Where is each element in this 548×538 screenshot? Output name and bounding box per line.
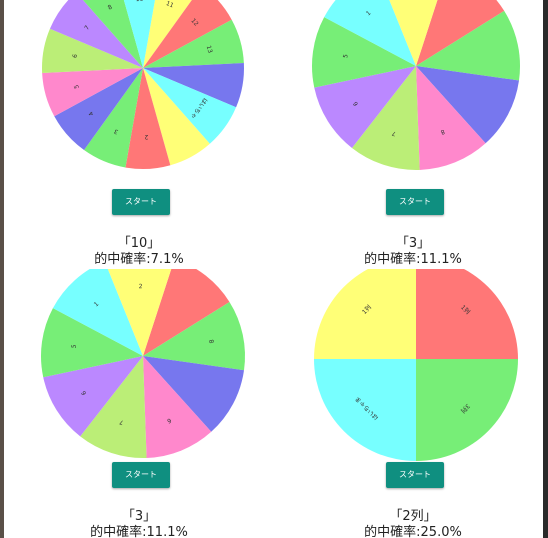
- hit-rate-text: 的中確率:7.1%: [94, 252, 184, 267]
- segment-label: 10: [136, 0, 144, 3]
- roulette-panel-3: 8676512 スタート 「3」 的中確率:11.1%: [4, 269, 274, 538]
- start-button[interactable]: スタート: [386, 189, 444, 215]
- roulette-wheel-2[interactable]: 876512: [274, 0, 544, 269]
- roulette-panel-1: 111213はいちゃ234567810 スタート 「10」 的中確率:7.1%: [4, 0, 274, 269]
- hit-rate-text: 的中確率:11.1%: [90, 525, 188, 538]
- start-button[interactable]: スタート: [386, 462, 444, 488]
- roulette-wheel-4[interactable]: 1列3列はいちゃま1列: [274, 269, 544, 538]
- roulette-panel-4: 1列 3列 はいちゃま 1列 スタート 「2列」 的中確率:25.0%: [274, 269, 544, 538]
- roulette-panel-2: 876512 スタート 「3」 的中確率:11.1%: [274, 0, 544, 269]
- hit-rate-text: 的中確率:25.0%: [364, 525, 462, 538]
- segment-label: 2: [139, 283, 143, 290]
- roulette-wheel-1[interactable]: 111213はいちゃ234567810: [4, 0, 274, 269]
- hit-rate-text: 的中確率:11.1%: [364, 252, 462, 267]
- segment-label: 2: [144, 133, 148, 140]
- roulette-wheel-3[interactable]: 8676512: [4, 269, 274, 538]
- start-button[interactable]: スタート: [112, 189, 170, 215]
- start-button[interactable]: スタート: [112, 462, 170, 488]
